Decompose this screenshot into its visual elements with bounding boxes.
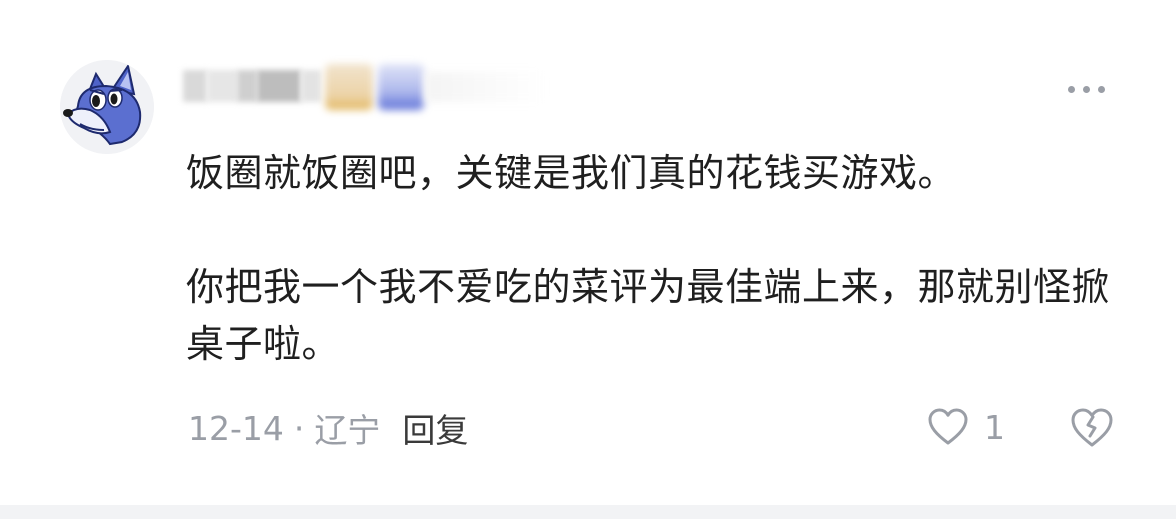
meta-separator: · [293, 408, 305, 448]
like-count: 1 [984, 407, 1005, 447]
dog-avatar-icon [60, 60, 154, 154]
redacted-block [183, 70, 207, 102]
redacted-block [301, 70, 321, 102]
broken-heart-icon [1071, 408, 1113, 447]
dislike-button[interactable] [1068, 404, 1116, 452]
comment-body: 饭圈就饭圈吧，关键是我们真的花钱买游戏。 你把我一个我不爱吃的菜评为最佳端上来，… [186, 145, 1126, 373]
more-dots-icon [1082, 85, 1090, 93]
heart-outline-icon [928, 408, 968, 445]
username-redacted[interactable] [175, 60, 545, 110]
redacted-block [237, 70, 257, 102]
avatar[interactable] [60, 60, 154, 154]
comment-location: 辽宁 [314, 411, 381, 450]
comment-paragraph: 你把我一个我不爱吃的菜评为最佳端上来，那就别怪掀桌子啦。 [186, 265, 1111, 366]
redacted-fade [425, 72, 545, 102]
more-dots-icon [1097, 85, 1105, 93]
more-dots-icon [1067, 85, 1075, 93]
comment-meta: 12-14 · 辽宁 回复 [188, 402, 468, 454]
redacted-block [257, 70, 301, 102]
section-divider [0, 505, 1176, 519]
like-button[interactable]: 1 [926, 400, 1005, 454]
user-badge-gold [325, 64, 373, 110]
redacted-block [207, 70, 237, 102]
comment-date: 12-14 [188, 408, 284, 448]
user-badge-blue [378, 64, 424, 110]
more-options-button[interactable] [1056, 74, 1116, 104]
comment-card: 饭圈就饭圈吧，关键是我们真的花钱买游戏。 你把我一个我不爱吃的菜评为最佳端上来，… [0, 0, 1176, 505]
reply-button[interactable]: 回复 [402, 404, 468, 452]
comment-paragraph: 饭圈就饭圈吧，关键是我们真的花钱买游戏。 [186, 151, 957, 195]
